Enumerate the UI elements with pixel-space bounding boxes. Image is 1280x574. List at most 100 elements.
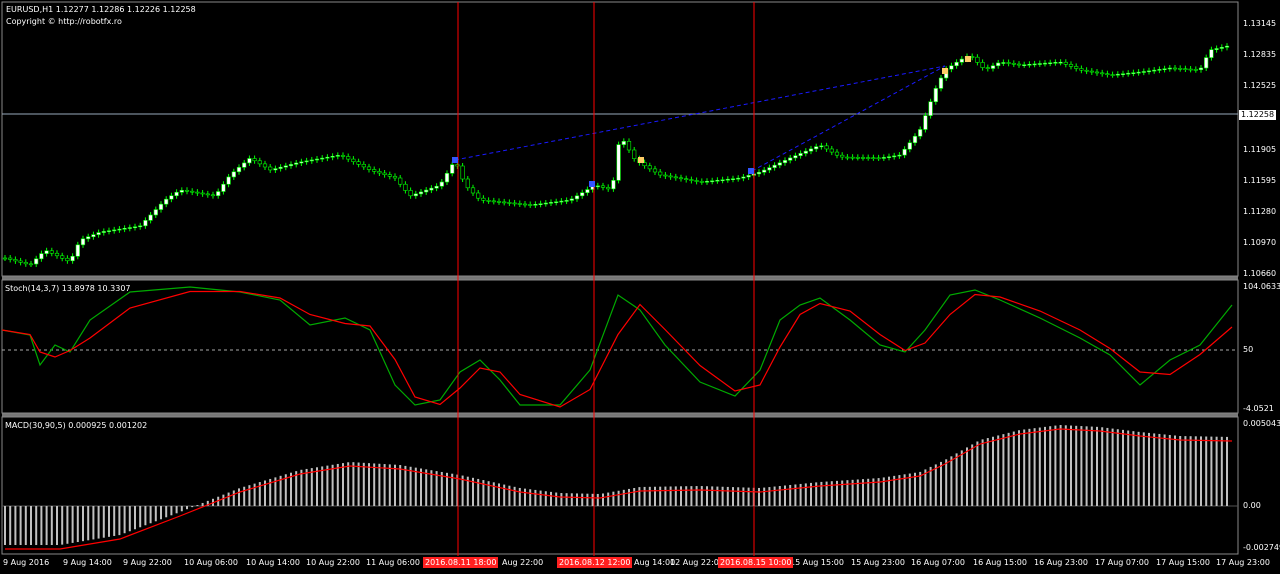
macd-bar [87, 506, 90, 541]
macd-bar [690, 486, 693, 506]
candle [195, 191, 200, 194]
macd-bar [799, 483, 802, 506]
candle [1152, 69, 1157, 72]
macd-bar [425, 469, 428, 506]
candle [164, 198, 169, 205]
macd-bar [534, 489, 537, 506]
macd-bar [175, 506, 178, 514]
candle [694, 180, 699, 182]
candle [881, 157, 886, 159]
candle [1193, 69, 1198, 71]
candle [242, 162, 247, 168]
candle [122, 228, 127, 230]
candle [2, 257, 8, 260]
macd-bar [336, 463, 339, 506]
candle [829, 148, 834, 153]
macd-bar [747, 487, 750, 506]
candle [840, 154, 845, 158]
candle [554, 201, 559, 204]
macd-bar [1137, 431, 1140, 506]
candle [257, 160, 262, 165]
vline-2-time-marker[interactable]: 2016.08.12 12:00 [557, 557, 633, 568]
macd-bar [1096, 426, 1098, 506]
macd-bar [966, 447, 968, 506]
macd-bar [170, 506, 173, 516]
candle [1224, 45, 1230, 48]
macd-bar [1220, 436, 1223, 506]
candle [314, 158, 320, 161]
candle [528, 204, 533, 206]
candle [101, 231, 106, 233]
candle [418, 191, 424, 195]
stoch-tick: 50 [1243, 345, 1254, 354]
price-tick: 1.10660 [1243, 269, 1277, 278]
candle [928, 101, 933, 116]
macd-bar [1007, 432, 1010, 506]
candle [793, 155, 798, 159]
macd-bar [908, 473, 911, 506]
macd-bar [638, 487, 641, 506]
macd-bar [1002, 434, 1005, 506]
candle [60, 255, 65, 259]
macd-bar [986, 438, 989, 506]
macd-bar [383, 464, 386, 506]
macd-bar [789, 484, 792, 506]
chart-canvas[interactable] [0, 0, 1280, 574]
macd-bar [633, 488, 636, 506]
macd-bar [45, 506, 48, 545]
macd-bar [82, 506, 84, 542]
candle [642, 162, 647, 167]
candle [273, 168, 278, 171]
candle [892, 155, 897, 158]
candle [413, 193, 418, 197]
macd-bar [30, 506, 32, 545]
macd-bar [295, 471, 298, 506]
macd-bar [992, 436, 994, 506]
vline-3-time-marker[interactable]: 2016.08.15 10:00 [718, 557, 794, 568]
candle [278, 166, 283, 169]
candle [959, 58, 964, 63]
macd-bar [409, 466, 412, 506]
candle [777, 162, 782, 166]
candle [1178, 68, 1183, 70]
macd-bar [196, 505, 199, 506]
macd-bar [1038, 427, 1041, 506]
candle [174, 191, 179, 197]
macd-bar [950, 456, 953, 506]
candle [1037, 63, 1042, 65]
candle [585, 189, 590, 193]
time-tick: 10 Aug 22:00 [306, 558, 360, 567]
candle [595, 185, 600, 188]
time-tick: 17 Aug 07:00 [1095, 558, 1149, 567]
macd-bar [128, 506, 131, 532]
candle [543, 202, 548, 205]
candle [1188, 68, 1193, 71]
candle [169, 195, 174, 200]
macd-bar [617, 490, 620, 506]
macd-bar [1044, 426, 1046, 506]
macd-bar [134, 506, 136, 530]
macd-bar [180, 506, 183, 512]
candle [673, 176, 678, 179]
candle [1183, 68, 1188, 70]
candle [647, 165, 652, 170]
candle [824, 145, 829, 150]
price-tick: 1.12525 [1243, 81, 1277, 90]
candle [346, 156, 351, 160]
candle [299, 161, 304, 164]
candle [86, 236, 91, 240]
price-tick: 1.11595 [1243, 176, 1277, 185]
candle [886, 156, 892, 158]
candle [1089, 70, 1094, 73]
vline-1-time-marker[interactable]: 2016.08.11 18:00 [423, 557, 499, 568]
macd-bar [123, 506, 126, 534]
macd-bar [680, 486, 682, 506]
macd-bar [565, 493, 568, 506]
candle [70, 255, 75, 262]
candle [782, 160, 788, 164]
macd-bar [1049, 426, 1052, 506]
candle [663, 174, 668, 177]
candle [1198, 67, 1204, 71]
candle [455, 164, 460, 167]
price-tick: 1.12835 [1243, 50, 1277, 59]
